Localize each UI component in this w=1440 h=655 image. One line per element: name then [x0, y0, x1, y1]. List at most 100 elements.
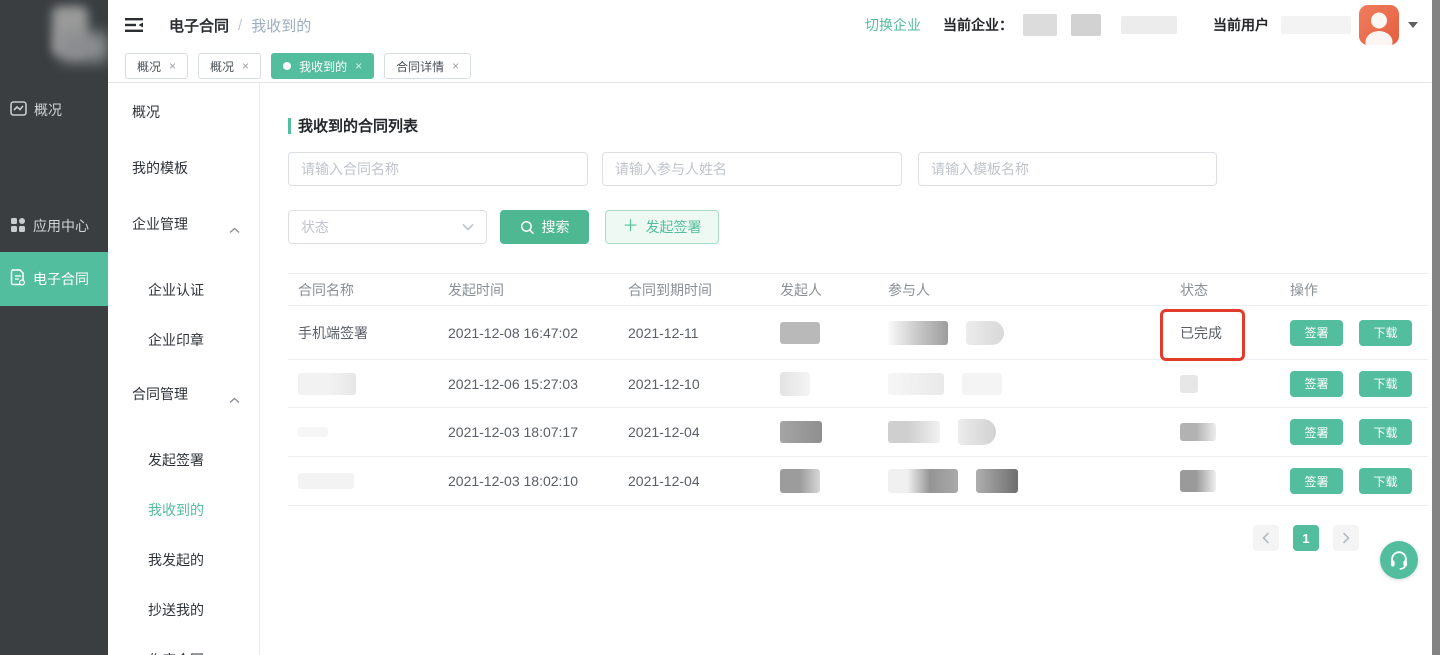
template-name-input[interactable] [918, 152, 1217, 186]
download-button[interactable]: 下载 [1359, 371, 1412, 397]
user-avatar[interactable] [1359, 5, 1399, 45]
cell-initiator [770, 421, 878, 443]
tab-bar: 概况× 概况× 我收到的× 合同详情 × [108, 50, 1432, 83]
sign-button[interactable]: 签署 [1290, 371, 1343, 397]
redacted-blob [888, 321, 948, 345]
breadcrumb-root[interactable]: 电子合同 [169, 15, 229, 36]
global-nav-label: 应用中心 [33, 216, 89, 236]
sidebar-item-4[interactable]: 企业认证 [108, 280, 260, 300]
switch-enterprise-link[interactable]: 切换企业 [865, 15, 921, 35]
status-select-placeholder: 状态 [301, 217, 329, 237]
cell-contract-name [288, 473, 438, 489]
tab-close-icon[interactable]: × [242, 60, 249, 72]
help-fab-button[interactable] [1380, 541, 1418, 579]
column-header: 参与人 [878, 280, 1170, 300]
redacted-blob [958, 419, 996, 445]
title-accent-bar [288, 118, 291, 134]
search-button-label: 搜索 [542, 217, 570, 237]
redacted-blob [888, 469, 958, 493]
chevron-up-icon [229, 219, 240, 239]
tab-close-icon[interactable]: × [169, 60, 176, 72]
redacted-blob [1180, 375, 1198, 393]
tab-close-icon[interactable]: × [355, 60, 362, 72]
app-logo-blur [60, 32, 108, 62]
sign-button[interactable]: 签署 [1290, 320, 1343, 346]
cell-status: 已完成 [1170, 323, 1280, 343]
create-sign-button-label: 发起签署 [646, 217, 702, 237]
tab-close-icon[interactable]: × [452, 60, 459, 72]
global-nav-label: 电子合同 [33, 269, 89, 289]
tab-4[interactable]: 合同详情 × [384, 53, 471, 79]
cell-status [1170, 470, 1280, 492]
download-button[interactable]: 下载 [1359, 320, 1412, 346]
column-header: 状态 [1170, 280, 1280, 300]
breadcrumb-separator: / [238, 17, 242, 34]
sidebar-item-label: 企业认证 [148, 282, 204, 298]
pagination-next-button[interactable] [1333, 525, 1359, 551]
pagination-prev-button[interactable] [1253, 525, 1279, 551]
sign-button[interactable]: 签署 [1290, 419, 1343, 445]
cell-expire-time: 2021-12-04 [618, 424, 770, 440]
redacted-blob [780, 372, 810, 396]
sidebar-item-label: 企业印章 [148, 332, 204, 348]
cell-expire-time: 2021-12-11 [618, 325, 770, 341]
user-menu-caret-icon[interactable] [1408, 22, 1418, 28]
global-nav-item-2[interactable]: 应用中心 [0, 211, 108, 241]
sidebar-item-label: 抄送我的 [148, 602, 204, 618]
menu-fold-icon[interactable] [125, 17, 143, 33]
cell-initiator [770, 322, 878, 344]
tab-2[interactable]: 概况× [198, 53, 261, 79]
participant-name-input[interactable] [602, 152, 902, 186]
global-nav-item-1[interactable]: 概况 [0, 95, 108, 125]
cell-contract-name [288, 427, 438, 437]
sign-button[interactable]: 签署 [1290, 468, 1343, 494]
table-row-2: 2021-12-06 15:27:032021-12-10 签署下载 [288, 360, 1428, 408]
sidebar-item-5[interactable]: 企业印章 [108, 330, 260, 350]
chevron-up-icon [229, 389, 240, 409]
sidebar-item-10[interactable]: 抄送我的 [108, 600, 260, 620]
sidebar-item-8[interactable]: 我收到的 [108, 500, 260, 520]
sidebar-item-3[interactable]: 企业管理 [108, 214, 260, 234]
sidebar-item-1[interactable]: 概况 [108, 102, 260, 122]
tab-1[interactable]: 概况× [125, 53, 188, 79]
active-tab-dot-icon [283, 62, 291, 70]
download-button[interactable]: 下载 [1359, 468, 1412, 494]
cell-participants [878, 373, 1170, 395]
tab-3[interactable]: 我收到的× [271, 53, 374, 79]
cell-expire-time: 2021-12-10 [618, 376, 770, 392]
cell-start-time: 2021-12-06 15:27:03 [438, 376, 618, 392]
cell-contract-name [288, 373, 438, 395]
redacted-blob [780, 421, 822, 443]
redacted-blob [780, 322, 820, 344]
contracts-table: 合同名称发起时间合同到期时间发起人参与人状态操作手机端签署2021-12-08 … [288, 273, 1428, 506]
chart-icon [10, 101, 27, 119]
tab-label: 合同详情 [396, 58, 444, 75]
sidebar-item-11[interactable]: 作废合同 [108, 650, 260, 655]
cell-contract-name: 手机端签署 [288, 323, 438, 343]
scrollbar[interactable] [1432, 0, 1440, 655]
column-header: 合同名称 [288, 280, 438, 300]
sidebar-item-9[interactable]: 我发起的 [108, 550, 260, 570]
sidebar-item-7[interactable]: 发起签署 [108, 450, 260, 470]
sidebar-item-2[interactable]: 我的模板 [108, 158, 260, 178]
download-button[interactable]: 下载 [1359, 419, 1412, 445]
sidebar-item-6[interactable]: 合同管理 [108, 384, 260, 404]
cell-status [1170, 375, 1280, 393]
search-button[interactable]: 搜索 [500, 210, 589, 244]
cell-participants [878, 469, 1170, 493]
table-row-1: 手机端签署2021-12-08 16:47:022021-12-11已完成签署下… [288, 306, 1428, 360]
global-nav-item-3[interactable]: 电子合同 [0, 252, 108, 306]
create-sign-button[interactable]: ＋ 发起签署 [605, 210, 719, 244]
pagination-page-1[interactable]: 1 [1293, 525, 1319, 551]
headset-icon [1388, 549, 1410, 571]
column-header: 发起时间 [438, 280, 618, 300]
current-user-label: 当前用户 [1213, 15, 1269, 35]
cell-start-time: 2021-12-03 18:02:10 [438, 473, 618, 489]
page-title-text: 我收到的合同列表 [298, 115, 418, 136]
redacted-blob [298, 473, 354, 489]
status-select[interactable]: 状态 [288, 210, 487, 244]
contract-name-input[interactable] [288, 152, 588, 186]
redacted-blob [966, 321, 1004, 345]
column-header: 操作 [1280, 280, 1428, 300]
sidebar-item-label: 我发起的 [148, 552, 204, 568]
